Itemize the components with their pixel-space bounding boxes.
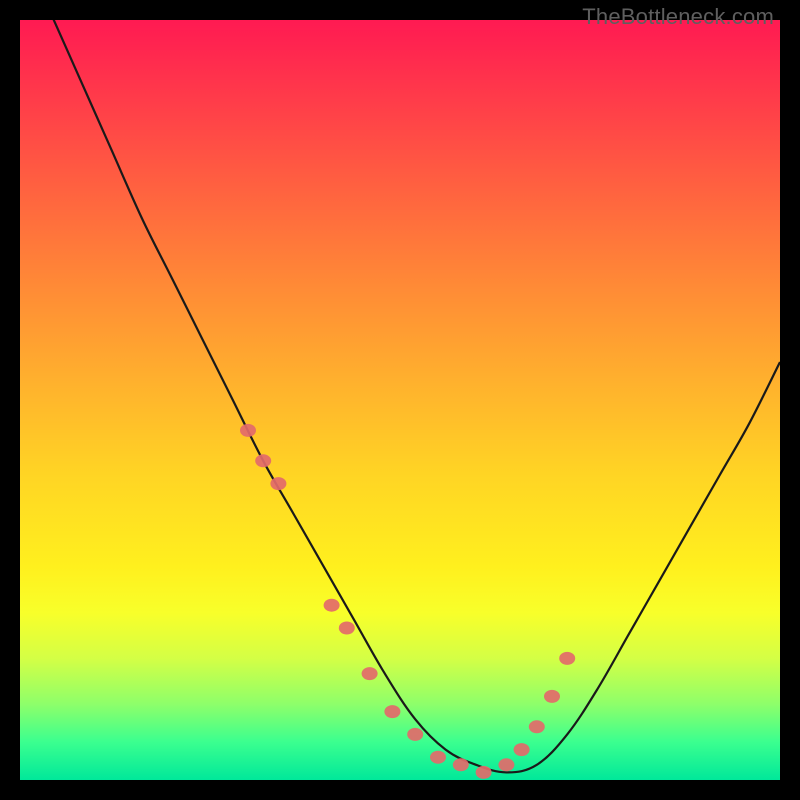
curve-marker xyxy=(453,758,469,771)
curve-marker xyxy=(255,454,271,467)
curve-marker xyxy=(384,705,400,718)
curve-marker xyxy=(362,667,378,680)
curve-marker xyxy=(476,766,492,779)
curve-marker xyxy=(529,720,545,733)
curve-marker xyxy=(544,690,560,703)
marker-group xyxy=(240,424,575,779)
curve-marker xyxy=(324,599,340,612)
curve-marker xyxy=(240,424,256,437)
curve-marker xyxy=(514,743,530,756)
curve-marker xyxy=(270,477,286,490)
curve-marker xyxy=(407,728,423,741)
curve-marker xyxy=(339,622,355,635)
curve-marker xyxy=(430,751,446,764)
curve-marker xyxy=(559,652,575,665)
watermark-text: TheBottleneck.com xyxy=(582,4,774,30)
curve-marker xyxy=(498,758,514,771)
chart-svg xyxy=(20,20,780,780)
bottleneck-curve xyxy=(20,20,780,772)
chart-frame xyxy=(20,20,780,780)
